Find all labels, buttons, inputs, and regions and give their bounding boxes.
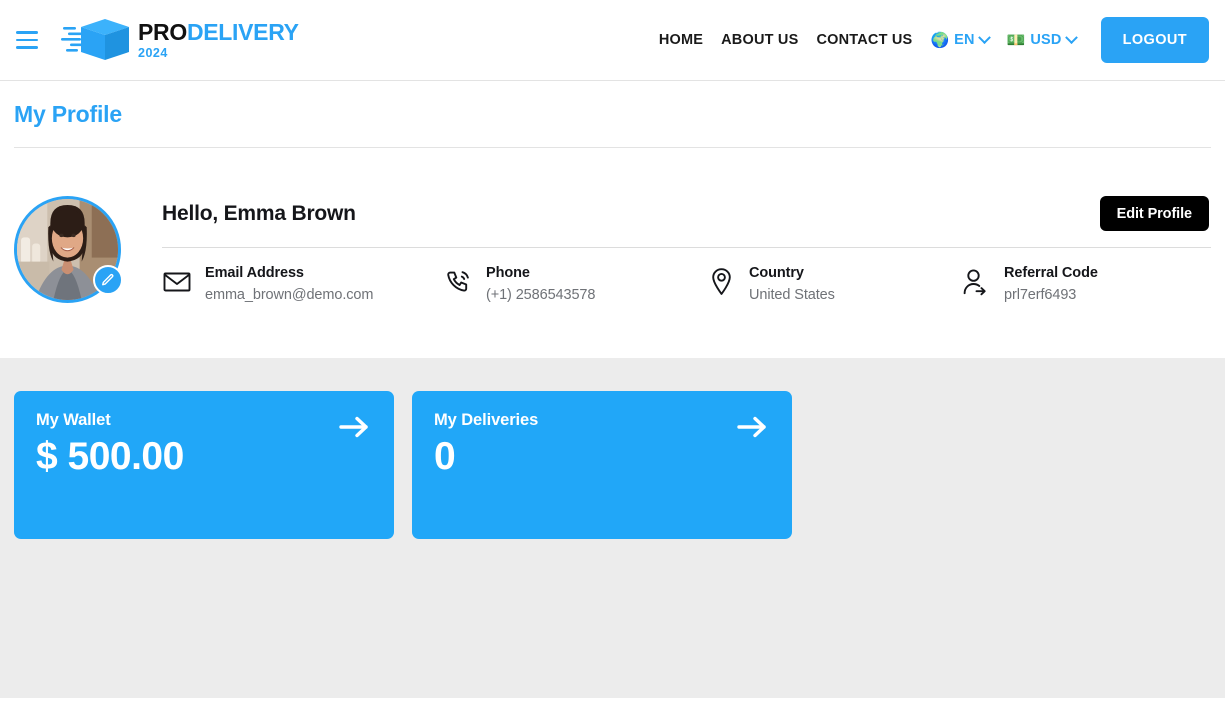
user-referral-icon bbox=[961, 264, 991, 300]
chevron-down-icon bbox=[1064, 30, 1078, 44]
profile-section: Hello, Emma Brown Edit Profile Email Add… bbox=[0, 148, 1225, 358]
pencil-icon bbox=[102, 274, 114, 286]
info-text-phone: Phone (+1) 2586543578 bbox=[486, 264, 595, 305]
chevron-down-icon bbox=[977, 30, 991, 44]
logo-text-delivery: DELIVERY bbox=[186, 18, 299, 45]
page-footer-area bbox=[0, 698, 1225, 722]
nav-link-contact-us[interactable]: CONTACT US bbox=[807, 32, 921, 48]
stat-card-title-wallet: My Wallet bbox=[36, 411, 111, 429]
stat-card-my-deliveries[interactable]: My Deliveries 0 bbox=[412, 391, 792, 539]
stat-card-my-wallet[interactable]: My Wallet $ 500.00 bbox=[14, 391, 394, 539]
avatar-container bbox=[14, 196, 123, 303]
stat-cards-row: My Wallet $ 500.00 My Deliveries 0 bbox=[14, 391, 1211, 539]
language-selector[interactable]: 🌍 EN bbox=[921, 30, 997, 49]
logo-year: 2024 bbox=[138, 45, 168, 60]
profile-details: Hello, Emma Brown Edit Profile Email Add… bbox=[162, 196, 1211, 305]
info-label-referral: Referral Code bbox=[1004, 265, 1098, 281]
info-item-phone: Phone (+1) 2586543578 bbox=[443, 264, 706, 305]
logo-text-pro: PRO bbox=[138, 18, 187, 45]
info-value-email: emma_brown@demo.com bbox=[205, 286, 374, 303]
nav-link-about-us[interactable]: ABOUT US bbox=[712, 32, 807, 48]
nav-link-home[interactable]: HOME bbox=[650, 32, 712, 48]
globe-icon: 🌍 bbox=[930, 31, 950, 49]
info-value-referral: prl7erf6493 bbox=[1004, 286, 1077, 303]
page-title-bar: My Profile bbox=[0, 81, 1225, 148]
hamburger-bar bbox=[16, 38, 38, 42]
info-label-phone: Phone bbox=[486, 265, 530, 281]
info-item-referral: Referral Code prl7erf6493 bbox=[961, 264, 1211, 305]
stats-panel: My Wallet $ 500.00 My Deliveries 0 bbox=[0, 358, 1225, 698]
logout-button[interactable]: LOGOUT bbox=[1100, 17, 1209, 63]
cube-logo-icon bbox=[61, 19, 129, 60]
greeting-row: Hello, Emma Brown Edit Profile bbox=[162, 196, 1211, 231]
site-logo[interactable]: PRODELIVERY 2024 bbox=[61, 17, 299, 63]
info-text-referral: Referral Code prl7erf6493 bbox=[1004, 264, 1098, 305]
arrow-right-icon[interactable] bbox=[736, 414, 768, 440]
location-pin-icon bbox=[706, 264, 736, 300]
greeting-text: Hello, Emma Brown bbox=[162, 201, 356, 225]
info-label-country: Country bbox=[749, 265, 804, 281]
info-item-country: Country United States bbox=[706, 264, 961, 305]
profile-info-grid: Email Address emma_brown@demo.com Phone … bbox=[162, 264, 1211, 305]
banknote-icon: 💵 bbox=[1006, 31, 1026, 49]
info-text-email: Email Address emma_brown@demo.com bbox=[205, 264, 373, 305]
currency-selector[interactable]: 💵 USD bbox=[998, 30, 1085, 49]
stat-card-value-deliveries: 0 bbox=[434, 434, 456, 478]
hamburger-menu-icon[interactable] bbox=[10, 25, 44, 55]
info-label-email: Email Address bbox=[205, 265, 304, 281]
profile-divider bbox=[162, 247, 1211, 248]
avatar-edit-button[interactable] bbox=[93, 265, 123, 295]
main-navigation: HOME ABOUT US CONTACT US 🌍 EN 💵 USD LOGO… bbox=[650, 17, 1209, 63]
stat-card-title-deliveries: My Deliveries bbox=[434, 411, 539, 429]
info-text-country: Country United States bbox=[749, 264, 835, 305]
hamburger-bar bbox=[16, 46, 38, 49]
language-selector-label: EN bbox=[954, 32, 975, 48]
logo-wordmark: PRODELIVERY 2024 bbox=[138, 18, 299, 60]
page-title: My Profile bbox=[14, 101, 122, 127]
info-item-email: Email Address emma_brown@demo.com bbox=[162, 264, 443, 305]
edit-profile-button[interactable]: Edit Profile bbox=[1099, 196, 1209, 231]
arrow-right-icon[interactable] bbox=[338, 414, 370, 440]
hamburger-bar bbox=[16, 31, 38, 34]
currency-selector-label: USD bbox=[1030, 32, 1062, 48]
phone-icon bbox=[443, 264, 473, 300]
site-header: PRODELIVERY 2024 HOME ABOUT US CONTACT U… bbox=[0, 0, 1225, 81]
info-value-phone: (+1) 2586543578 bbox=[486, 286, 596, 303]
envelope-icon bbox=[162, 264, 192, 300]
stat-card-value-wallet: $ 500.00 bbox=[36, 434, 184, 478]
info-value-country: United States bbox=[749, 286, 835, 303]
